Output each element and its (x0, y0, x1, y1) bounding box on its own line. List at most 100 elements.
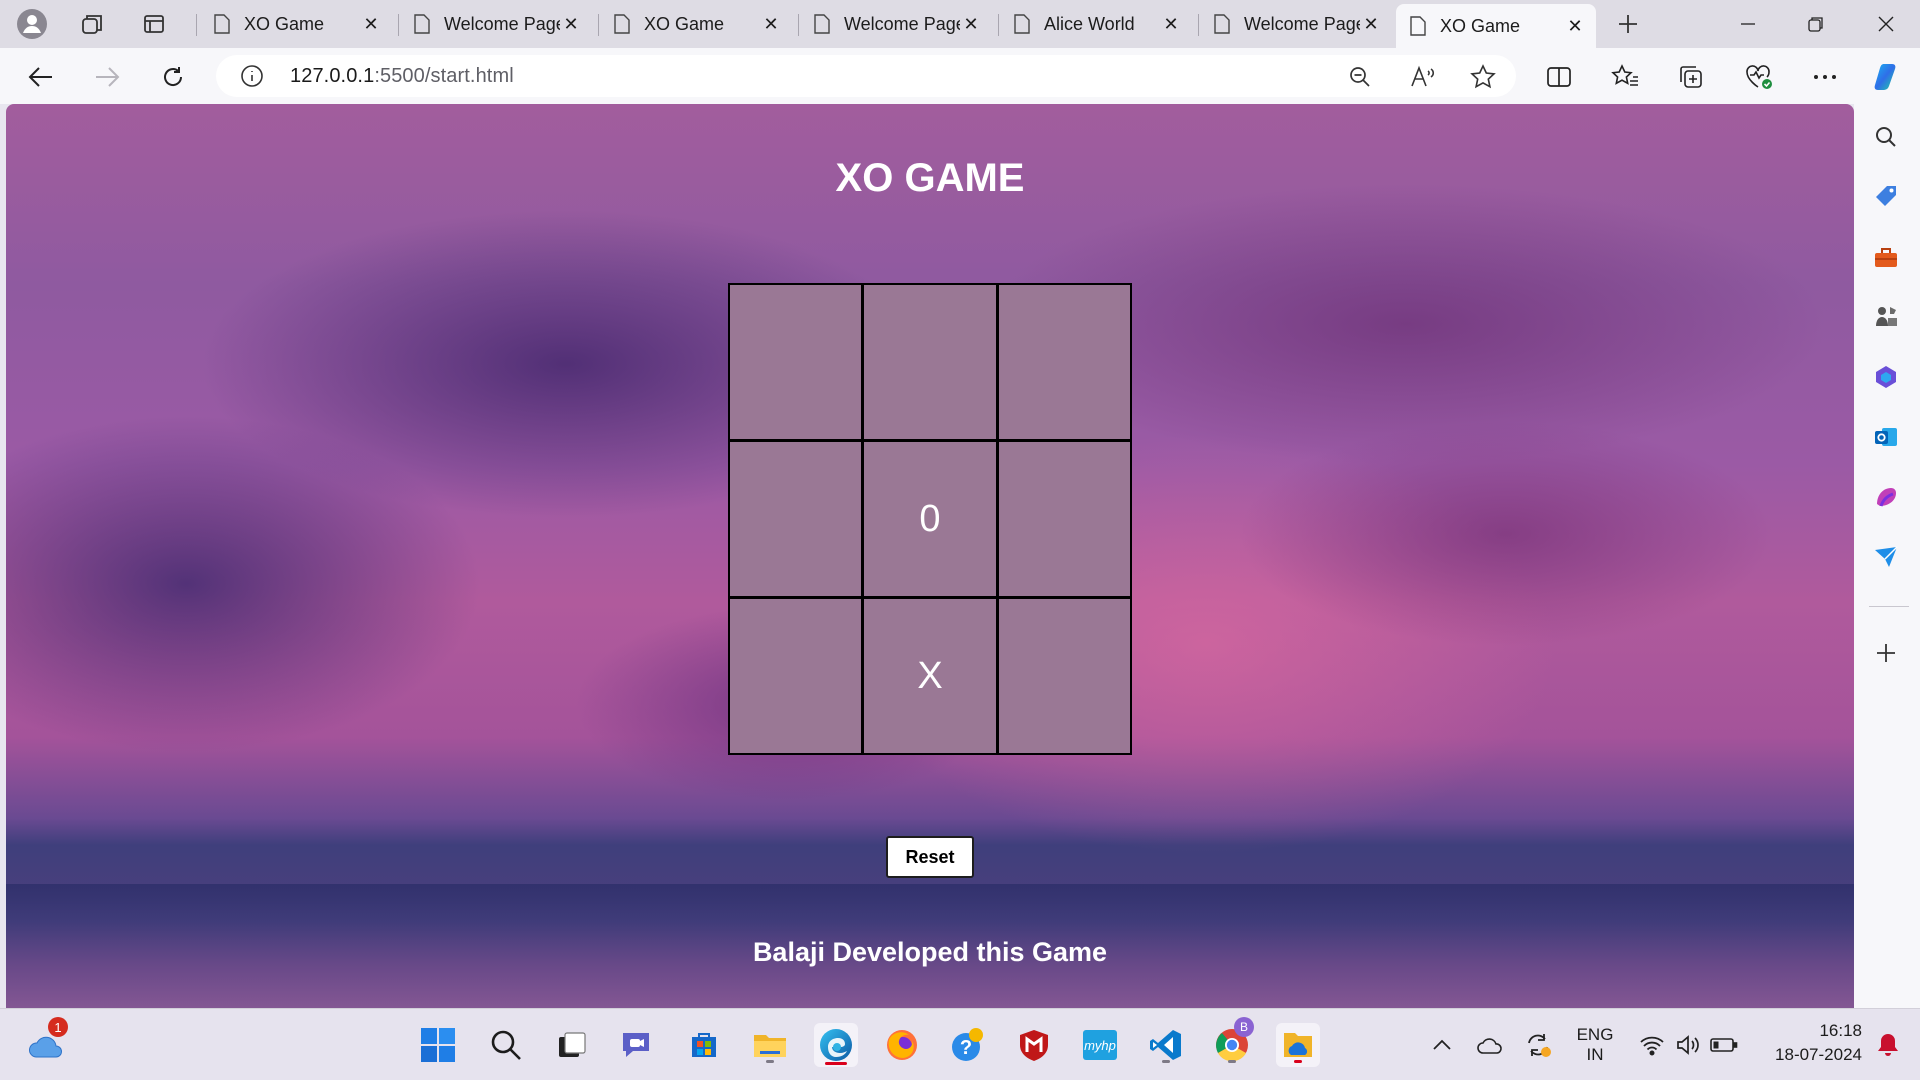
designer-icon[interactable] (1869, 480, 1903, 514)
minimize-icon[interactable] (1714, 0, 1782, 48)
tab-xo-game-active[interactable]: XO Game ✕ (1396, 4, 1596, 48)
tab-welcome-page-1[interactable]: Welcome Page ✕ (400, 6, 592, 42)
page-icon (1014, 14, 1030, 34)
back-icon[interactable] (22, 58, 60, 96)
forward-icon[interactable] (88, 58, 126, 96)
zoom-out-icon[interactable] (1348, 65, 1372, 94)
outlook-icon[interactable] (1869, 420, 1903, 454)
board-cell-7[interactable] (730, 599, 862, 753)
close-icon[interactable]: ✕ (960, 13, 982, 35)
tab-label: Alice World (1044, 13, 1135, 34)
close-icon[interactable]: ✕ (1160, 13, 1182, 35)
credit-text: Balaji Developed this Game (752, 937, 1108, 967)
close-icon[interactable]: ✕ (360, 13, 382, 35)
more-options-icon[interactable] (1806, 58, 1844, 96)
tab-label: XO Game (644, 13, 725, 34)
onedrive-cloud-icon[interactable] (1468, 1023, 1512, 1067)
tab-xo-game-1[interactable]: XO Game ✕ (200, 6, 392, 42)
shopping-tag-icon[interactable] (1869, 180, 1903, 214)
tab-actions-icon[interactable] (136, 6, 172, 42)
profile-icon[interactable] (14, 6, 50, 42)
clock[interactable]: 16:18 18-07-2024 (1752, 1021, 1862, 1065)
url-text[interactable]: 127.0.0.1:5500/start.html (290, 65, 514, 88)
close-icon[interactable]: ✕ (1360, 13, 1382, 35)
browser-essentials-icon[interactable] (1740, 58, 1778, 96)
battery-icon[interactable] (1702, 1023, 1746, 1067)
keyboard-region: IN (1586, 1045, 1604, 1064)
board-cell-4[interactable] (730, 442, 862, 596)
favorites-icon[interactable] (1606, 58, 1644, 96)
close-icon[interactable]: ✕ (560, 13, 582, 35)
myhp-icon[interactable]: myhp (1078, 1023, 1122, 1067)
vscode-icon[interactable] (1144, 1023, 1188, 1067)
collections-icon[interactable] (1672, 58, 1710, 96)
tab-label: Welcome Page (1244, 13, 1360, 34)
read-aloud-icon[interactable] (1410, 65, 1436, 94)
refresh-icon[interactable] (154, 58, 192, 96)
file-explorer-icon[interactable] (748, 1023, 792, 1067)
tab-alice-world[interactable]: Alice World ✕ (1000, 6, 1192, 42)
split-screen-icon[interactable] (1540, 58, 1578, 96)
notification-bell-icon[interactable] (1866, 1023, 1910, 1067)
teams-chat-icon[interactable] (614, 1023, 658, 1067)
copilot-icon[interactable] (1868, 58, 1906, 96)
microsoft-store-icon[interactable] (682, 1023, 726, 1067)
board-cell-8[interactable]: X (864, 599, 996, 753)
url-host: 127.0.0.1 (290, 65, 375, 87)
windows-taskbar: 1 ? myhp B ENG IN 16:18 18-07-2024 (0, 1008, 1920, 1080)
board-cell-3[interactable] (998, 285, 1130, 439)
firefox-icon[interactable] (880, 1023, 924, 1067)
send-icon[interactable] (1869, 540, 1903, 574)
sync-status-icon[interactable] (1516, 1023, 1560, 1067)
address-bar[interactable]: 127.0.0.1:5500/start.html (216, 55, 1516, 97)
edge-icon[interactable] (814, 1023, 858, 1067)
chrome-profile-badge: B (1234, 1017, 1254, 1037)
page-icon (614, 14, 630, 34)
close-icon[interactable]: ✕ (1564, 15, 1586, 37)
page-title: XO GAME (835, 156, 1025, 200)
board-cell-5[interactable]: 0 (864, 442, 996, 596)
board-cell-6[interactable] (998, 442, 1130, 596)
close-window-icon[interactable] (1852, 0, 1920, 48)
tab-welcome-page-2[interactable]: Welcome Page ✕ (800, 6, 992, 42)
games-icon[interactable] (1869, 300, 1903, 334)
page-icon (414, 14, 430, 34)
task-view-icon[interactable] (550, 1023, 594, 1067)
search-icon[interactable] (1869, 120, 1903, 154)
page-icon (1214, 14, 1230, 34)
chrome-icon[interactable]: B (1210, 1017, 1254, 1067)
board-cell-9[interactable] (998, 599, 1130, 753)
weather-icon[interactable]: 1 (24, 1017, 68, 1067)
new-tab-icon[interactable] (1610, 6, 1646, 42)
tab-strip: XO Game ✕ Welcome Page ✕ XO Game ✕ Welco… (0, 0, 1920, 48)
start-icon[interactable] (416, 1023, 460, 1067)
show-hidden-icons-chevron-icon[interactable] (1420, 1023, 1464, 1067)
tab-label: Welcome Page (844, 13, 960, 34)
clock-time: 16:18 (1819, 1021, 1862, 1040)
browser-toolbar: 127.0.0.1:5500/start.html (0, 48, 1920, 104)
workspaces-icon[interactable] (74, 6, 110, 42)
board-cell-2[interactable] (864, 285, 996, 439)
close-icon[interactable]: ✕ (760, 13, 782, 35)
restore-icon[interactable] (1782, 0, 1850, 48)
add-sidebar-app-icon[interactable] (1869, 636, 1903, 670)
edge-sidebar (1854, 104, 1920, 1008)
board-cell-1[interactable] (730, 285, 862, 439)
onedrive-folder-icon[interactable] (1276, 1023, 1320, 1067)
favorite-star-icon[interactable] (1470, 64, 1496, 95)
taskbar-search-icon[interactable] (484, 1023, 528, 1067)
weather-badge: 1 (48, 1017, 68, 1037)
input-language[interactable]: ENG IN (1570, 1025, 1620, 1065)
mcafee-icon[interactable] (1012, 1023, 1056, 1067)
game-board: 0 X (728, 283, 1132, 755)
get-help-icon[interactable]: ? (946, 1023, 990, 1067)
microsoft-365-icon[interactable] (1869, 360, 1903, 394)
sidebar-divider (1869, 606, 1909, 607)
reset-button[interactable]: Reset (886, 836, 974, 878)
page-icon (214, 14, 230, 34)
tab-welcome-page-3[interactable]: Welcome Page ✕ (1200, 6, 1392, 42)
page-icon (814, 14, 830, 34)
tab-xo-game-2[interactable]: XO Game ✕ (600, 6, 792, 42)
tools-icon[interactable] (1869, 240, 1903, 274)
site-info-icon[interactable] (240, 64, 264, 93)
